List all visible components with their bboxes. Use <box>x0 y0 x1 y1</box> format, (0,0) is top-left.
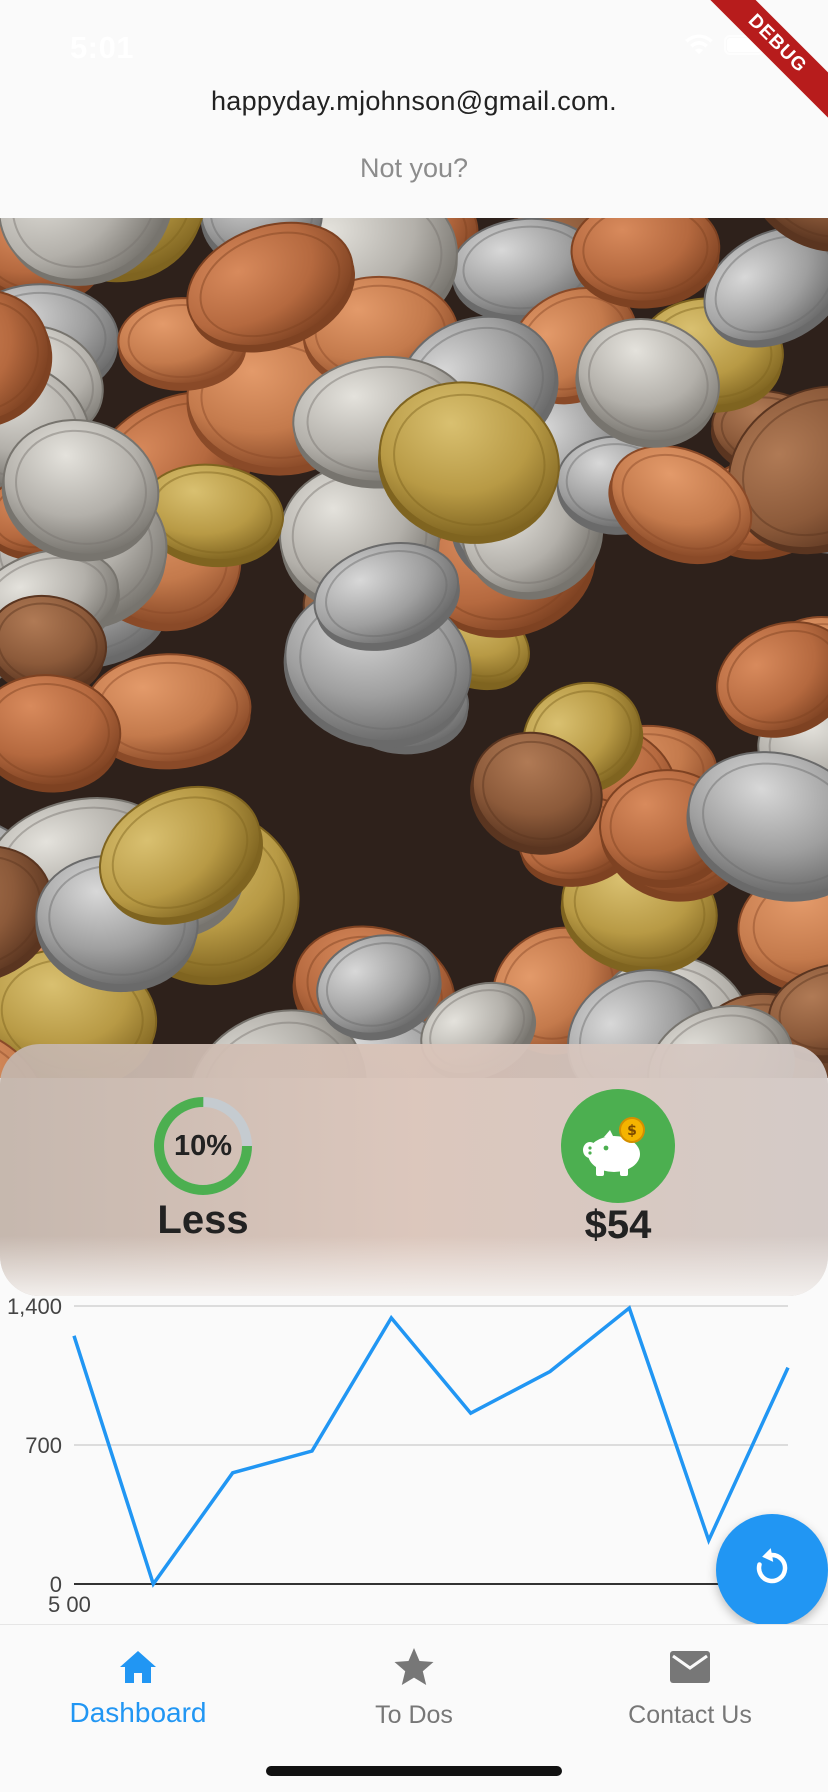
refresh-button[interactable] <box>716 1514 828 1626</box>
status-time: 5:01 <box>70 30 135 65</box>
x-axis-label: 5 00 <box>48 1592 91 1617</box>
stats-card: 10% Less $ $54 <box>0 1044 828 1296</box>
home-icon <box>0 1645 276 1689</box>
mail-icon <box>552 1645 828 1689</box>
home-indicator <box>266 1766 562 1776</box>
account-email: happyday.mjohnson@gmail.com. <box>210 86 617 116</box>
nav-item-dashboard[interactable]: Dashboard <box>0 1645 276 1729</box>
piggy-bank-icon: $ <box>561 1089 675 1203</box>
status-bar: 5:01 <box>0 0 828 100</box>
nav-item-todos[interactable]: To Dos <box>276 1645 552 1730</box>
not-you-link[interactable]: Not you? <box>0 153 828 184</box>
svg-text:$: $ <box>627 1123 637 1139</box>
nav-label-todos: To Dos <box>375 1701 453 1729</box>
nav-item-contact[interactable]: Contact Us <box>552 1645 828 1730</box>
line-chart: 1,400 700 0 5 00 <box>0 1294 828 1626</box>
y-tick-label: 1,400 <box>7 1296 62 1319</box>
progress-ring: 10% <box>151 1094 255 1198</box>
percent-change-value: 10% <box>173 1129 233 1162</box>
savings-value: $54 <box>584 1203 652 1247</box>
star-icon <box>276 1645 552 1689</box>
coins-photo <box>0 218 828 1078</box>
percent-change-stat: 10% Less <box>73 1094 333 1243</box>
nav-label-dashboard: Dashboard <box>69 1697 207 1728</box>
y-tick-label: 700 <box>25 1433 62 1458</box>
nav-label-contact: Contact Us <box>628 1701 752 1729</box>
line-chart-svg: 1,40070005 00 <box>7 1294 790 1617</box>
savings-stat: $ $54 <box>488 1089 748 1248</box>
coins-photo-art <box>0 218 828 1078</box>
refresh-icon <box>750 1546 794 1595</box>
percent-change-label: Less <box>157 1198 249 1242</box>
